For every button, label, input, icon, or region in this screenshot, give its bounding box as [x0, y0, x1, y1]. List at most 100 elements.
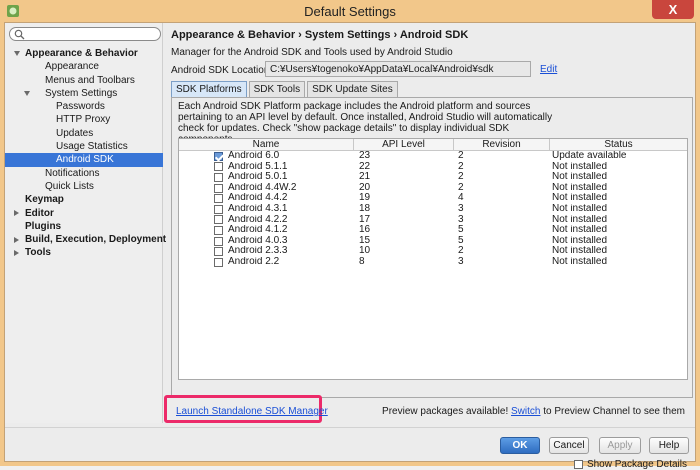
- sidebar-item-passwords[interactable]: Passwords: [5, 100, 163, 113]
- sidebar-item-quick-lists[interactable]: Quick Lists: [5, 180, 163, 193]
- table-row[interactable]: Android 4.4W.2 20 2 Not installed: [179, 183, 687, 194]
- sdk-tabs: SDK Platforms SDK Tools SDK Update Sites: [171, 81, 400, 97]
- preview-prefix: Preview packages available!: [382, 406, 512, 417]
- table-row[interactable]: Android 5.1.1 22 2 Not installed: [179, 162, 687, 173]
- sdk-location-field[interactable]: C:¥Users¥togenoko¥AppData¥Local¥Android¥…: [265, 61, 531, 77]
- collapsed-arrow-icon[interactable]: [14, 236, 19, 243]
- column-header-revision[interactable]: Revision: [454, 139, 550, 150]
- tab-sdk-update-sites[interactable]: SDK Update Sites: [307, 81, 398, 97]
- table-row[interactable]: Android 4.2.2 17 3 Not installed: [179, 215, 687, 226]
- platform-checkbox[interactable]: [214, 162, 223, 172]
- table-body: Android 6.0 23 2 Update available Android 5.…: [179, 151, 687, 268]
- table-row[interactable]: Android 4.3.1 18 3 Not installed: [179, 204, 687, 215]
- cancel-button[interactable]: Cancel: [549, 437, 589, 454]
- edit-location-link[interactable]: Edit: [540, 64, 557, 75]
- cell-name: Android 4.4.2: [179, 193, 354, 204]
- platform-checkbox[interactable]: [214, 236, 223, 246]
- cell-status: Not installed: [552, 214, 608, 225]
- help-button[interactable]: Help: [649, 437, 689, 454]
- cell-name: Android 4.2.2: [179, 215, 354, 226]
- platforms-table: Name API Level Revision Status Android 6…: [178, 138, 688, 380]
- title-bar: Default Settings X: [0, 0, 700, 22]
- platform-name: Android 2.2: [228, 256, 280, 267]
- sidebar-item-updates[interactable]: Updates: [5, 127, 163, 140]
- sidebar-item-http-proxy[interactable]: HTTP Proxy: [5, 113, 163, 126]
- cell-name: Android 4.0.3: [179, 236, 354, 247]
- apply-button[interactable]: Apply: [599, 437, 641, 454]
- search-input[interactable]: [28, 28, 154, 40]
- cell-revision: 2: [458, 151, 464, 161]
- sdk-platforms-panel: Each Android SDK Platform package includ…: [171, 97, 693, 470]
- platform-checkbox[interactable]: [214, 183, 223, 193]
- preview-suffix: to Preview Channel to see them: [540, 406, 685, 417]
- sidebar-item-editor[interactable]: Editor: [5, 207, 163, 220]
- table-row[interactable]: Android 6.0 23 2 Update available: [179, 151, 687, 162]
- column-header-status[interactable]: Status: [550, 139, 687, 150]
- show-package-details-checkbox[interactable]: [573, 460, 583, 469]
- expanded-arrow-icon[interactable]: [24, 90, 30, 96]
- sidebar-item-label: Keymap: [25, 194, 64, 206]
- platform-checkbox[interactable]: [214, 257, 223, 267]
- switch-preview-link[interactable]: Switch: [511, 406, 540, 417]
- cell-revision: 2: [458, 161, 464, 172]
- ok-button[interactable]: OK: [500, 437, 540, 454]
- platform-checkbox[interactable]: [214, 194, 223, 204]
- cell-revision: 3: [458, 203, 464, 214]
- platform-name: Android 2.3.3: [228, 246, 288, 257]
- search-icon: [14, 29, 25, 40]
- sidebar-item-plugins[interactable]: Plugins: [5, 220, 163, 233]
- sidebar-item-notifications[interactable]: Notifications: [5, 167, 163, 180]
- expanded-arrow-icon[interactable]: [14, 51, 20, 56]
- platform-checkbox[interactable]: [214, 215, 223, 225]
- platform-name: Android 5.1.1: [228, 161, 288, 172]
- sidebar-item-menus-and-toolbars[interactable]: Menus and Toolbars: [5, 74, 163, 87]
- table-row[interactable]: Android 5.0.1 21 2 Not installed: [179, 172, 687, 183]
- collapsed-arrow-icon[interactable]: [14, 249, 19, 256]
- cell-revision: 2: [458, 246, 464, 257]
- close-button[interactable]: X: [652, 0, 694, 19]
- sidebar-item-build-execution-deployment[interactable]: Build, Execution, Deployment: [5, 233, 166, 246]
- collapsed-arrow-icon[interactable]: [14, 210, 19, 217]
- cell-name: Android 4.4W.2: [179, 183, 354, 194]
- cell-api-level: 19: [359, 193, 371, 204]
- cell-status: Not installed: [552, 172, 608, 183]
- cell-name: Android 4.1.2: [179, 225, 354, 236]
- cell-status: Update available: [552, 151, 627, 161]
- sidebar-item-label: HTTP Proxy: [56, 114, 111, 126]
- table-row[interactable]: Android 2.2 8 3 Not installed: [179, 257, 687, 268]
- cell-status: Not installed: [552, 193, 608, 204]
- sidebar-item-android-sdk[interactable]: Android SDK: [5, 153, 163, 167]
- cell-revision: 3: [458, 214, 464, 225]
- sidebar-item-tools[interactable]: Tools: [5, 246, 163, 259]
- sidebar-item-usage-statistics[interactable]: Usage Statistics: [5, 140, 163, 153]
- cell-api-level: 15: [359, 235, 371, 246]
- sidebar-item-appearance-behavior[interactable]: Appearance & Behavior: [5, 47, 163, 60]
- cell-api-level: 10: [359, 246, 371, 257]
- sdk-location-label: Android SDK Location:: [171, 65, 273, 76]
- settings-window: Default Settings X Appearance & Behavior…: [0, 0, 700, 470]
- search-box[interactable]: [9, 27, 161, 41]
- platform-checkbox[interactable]: [214, 151, 223, 161]
- main-panel: Appearance & Behavior › System Settings …: [168, 23, 696, 470]
- tab-sdk-tools[interactable]: SDK Tools: [248, 81, 306, 97]
- cell-name: Android 2.2: [179, 257, 354, 268]
- sidebar-item-appearance[interactable]: Appearance: [5, 60, 163, 73]
- table-row[interactable]: Android 4.4.2 19 4 Not installed: [179, 193, 687, 204]
- platform-checkbox[interactable]: [214, 172, 223, 182]
- column-header-name[interactable]: Name: [179, 139, 354, 150]
- platform-checkbox[interactable]: [214, 247, 223, 257]
- sidebar-item-keymap[interactable]: Keymap: [5, 193, 163, 206]
- platform-checkbox[interactable]: [214, 225, 223, 235]
- cell-api-level: 16: [359, 225, 371, 236]
- table-row[interactable]: Android 4.1.2 16 5 Not installed: [179, 225, 687, 236]
- platform-name: Android 4.4W.2: [228, 182, 297, 193]
- cell-name: Android 5.1.1: [179, 162, 354, 173]
- launch-sdk-manager-link[interactable]: Launch Standalone SDK Manager: [176, 406, 328, 417]
- tab-sdk-platforms[interactable]: SDK Platforms: [171, 81, 247, 97]
- table-row[interactable]: Android 4.0.3 15 5 Not installed: [179, 236, 687, 247]
- sidebar-item-system-settings[interactable]: System Settings: [5, 87, 163, 100]
- platform-checkbox[interactable]: [214, 204, 223, 214]
- table-row[interactable]: Android 2.3.3 10 2 Not installed: [179, 246, 687, 257]
- column-header-api-level[interactable]: API Level: [354, 139, 454, 150]
- platform-name: Android 4.3.1: [228, 203, 288, 214]
